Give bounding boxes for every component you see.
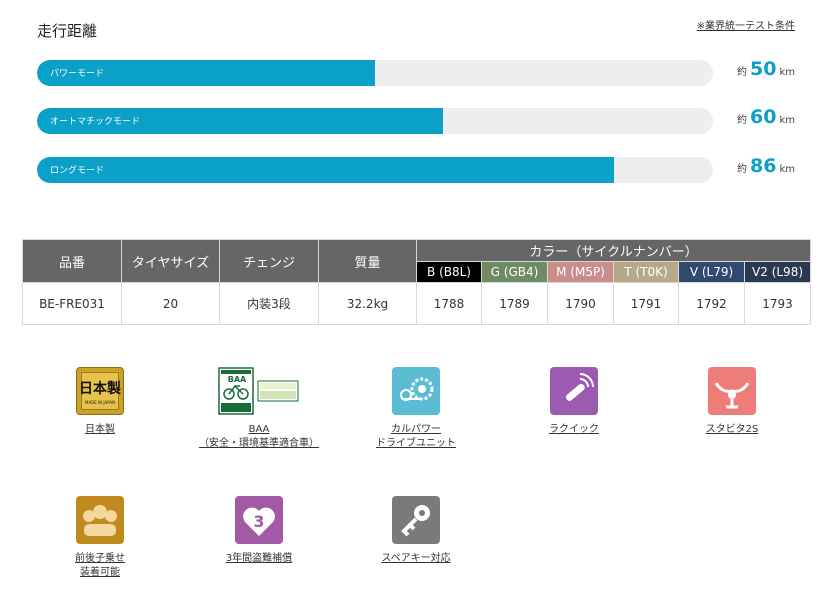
range-bar-label: ロングモード: [50, 166, 105, 176]
drive-unit-icon: [392, 367, 440, 415]
feature-label: BAA （安全・環境基準適合車）: [199, 424, 319, 449]
header-tire-size: タイヤサイズ: [121, 239, 220, 283]
feature-label: 3年間盗難補償: [225, 553, 293, 564]
cell-weight: 32.2kg: [318, 282, 417, 325]
cell-cycle-number: 1790: [547, 282, 614, 325]
feature-spare-key[interactable]: スペアキー対応: [346, 496, 486, 566]
range-distance: 約 60 km: [737, 106, 795, 128]
range-bar-track: パワーモード: [37, 60, 713, 86]
cell-tire-size: 20: [121, 282, 220, 325]
feature-stabista[interactable]: スタビタ2S: [662, 367, 802, 437]
color-swatch-header: V (L79): [678, 261, 745, 283]
feature-child-seat[interactable]: 前後子乗せ 装着可能: [30, 496, 170, 580]
distance-unit: km: [779, 67, 795, 78]
cell-model: BE-FRE031: [22, 282, 122, 325]
distance-value: 50: [750, 58, 777, 80]
range-distance: 約 86 km: [737, 155, 795, 177]
feature-drive-unit[interactable]: カルパワー ドライブユニット: [346, 367, 486, 451]
cell-cycle-number: 1789: [481, 282, 548, 325]
feature-baa[interactable]: BAA BAA （安全・環境基準適合車）: [189, 367, 329, 451]
feature-label: カルパワー ドライブユニット: [376, 424, 456, 449]
feature-label: 前後子乗せ 装着可能: [75, 553, 125, 578]
range-bar-fill: [37, 157, 615, 183]
stabista-handle-icon: [708, 367, 756, 415]
color-swatch-header: T (T0K): [613, 261, 679, 283]
color-swatch-header: V2 (L98): [743, 261, 812, 283]
header-model: 品番: [22, 239, 122, 283]
cell-cycle-number: 1791: [613, 282, 679, 325]
range-bar-label: オートマチックモード: [50, 117, 141, 127]
distance-prefix: 約: [737, 164, 747, 175]
child-seat-icon: [76, 496, 124, 544]
header-color-group: カラー（サイクルナンバー）: [415, 239, 812, 262]
theft-heart-icon: 3: [235, 496, 283, 544]
made-in-japan-icon: 日本製 MADE IN JAPAN: [76, 367, 124, 415]
distance-value: 60: [750, 106, 777, 128]
cell-cycle-number: 1788: [416, 282, 482, 325]
range-distance: 約 50 km: [737, 58, 795, 80]
distance-unit: km: [779, 164, 795, 175]
range-bar-track: オートマチックモード: [37, 108, 713, 134]
cell-cycle-number: 1792: [678, 282, 745, 325]
color-swatch-header: M (M5P): [547, 261, 614, 283]
feature-theft-insurance[interactable]: 3 3年間盗難補償: [189, 496, 329, 566]
feature-label: ラクイック: [549, 424, 599, 435]
rakuick-key-icon: [550, 367, 598, 415]
baa-icon: BAA: [218, 367, 300, 415]
color-swatch-header: B (B8L): [416, 261, 482, 283]
distance-unit: km: [779, 115, 795, 126]
table-row: BE-FRE031 20 内装3段 32.2kg 1788 1789 1790 …: [22, 282, 812, 325]
feature-made-in-japan[interactable]: 日本製 MADE IN JAPAN 日本製: [30, 367, 170, 437]
test-condition-link[interactable]: ※業界統一テスト条件: [697, 17, 795, 32]
spec-table: 品番 タイヤサイズ チェンジ 質量 カラー（サイクルナンバー） B (B8L) …: [22, 239, 812, 325]
range-section-title: 走行距離: [37, 22, 98, 40]
distance-prefix: 約: [737, 67, 747, 78]
range-bar-long: ロングモード 約 86 km: [37, 155, 795, 183]
spare-key-icon: [392, 496, 440, 544]
header-gear: チェンジ: [219, 239, 319, 283]
feature-label: スペアキー対応: [381, 553, 451, 564]
cell-gear: 内装3段: [219, 282, 319, 325]
range-bar-track: ロングモード: [37, 157, 713, 183]
cell-cycle-number: 1793: [743, 282, 812, 325]
range-bar-label: パワーモード: [50, 69, 105, 79]
feature-label: 日本製: [85, 424, 115, 435]
distance-value: 86: [750, 155, 777, 177]
distance-prefix: 約: [737, 115, 747, 126]
feature-rakuick[interactable]: ラクイック: [504, 367, 644, 437]
range-bar-auto: オートマチックモード 約 60 km: [37, 106, 795, 134]
header-weight: 質量: [318, 239, 417, 283]
feature-label: スタビタ2S: [705, 424, 759, 435]
range-bar-power: パワーモード 約 50 km: [37, 58, 795, 86]
color-swatch-header: G (GB4): [481, 261, 548, 283]
